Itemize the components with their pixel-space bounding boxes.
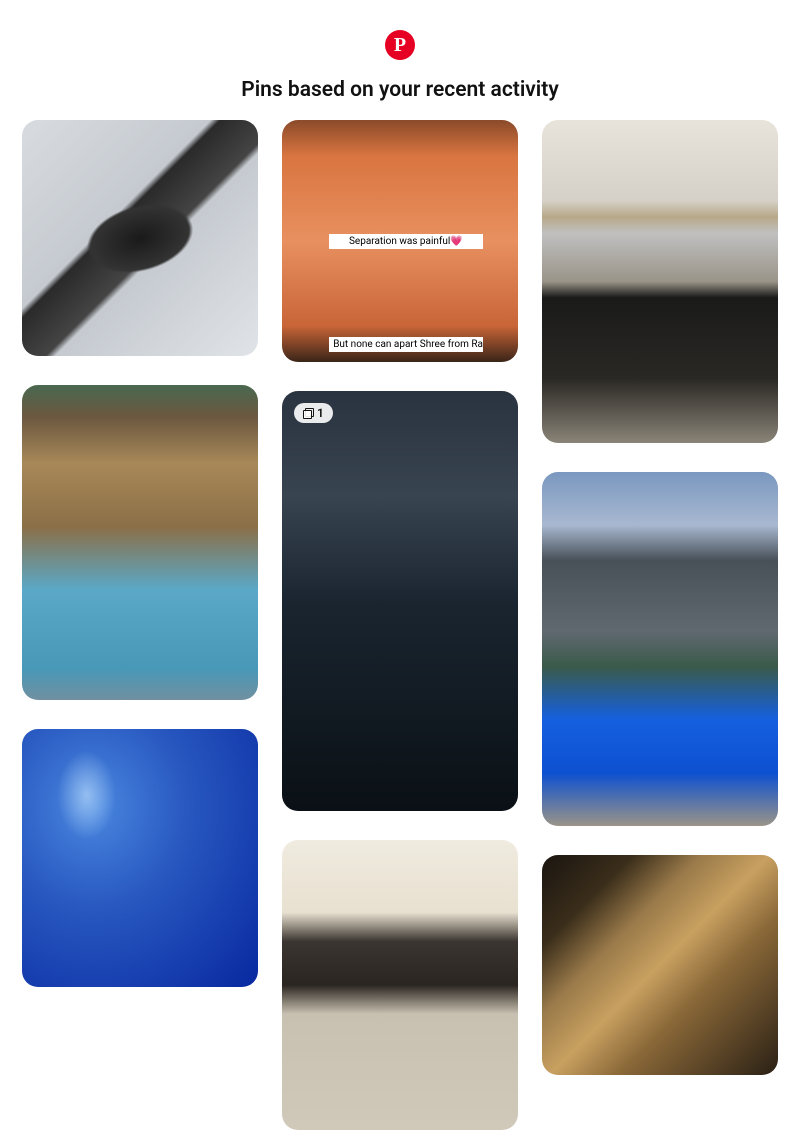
grid-column-3 — [542, 120, 778, 1130]
collection-badge: 1 — [294, 403, 333, 423]
pin-item[interactable] — [542, 120, 778, 443]
logo-letter: P — [394, 34, 406, 57]
pin-item[interactable]: Separation was painful💗 But none can apa… — [282, 120, 518, 362]
pin-item[interactable] — [22, 120, 258, 356]
page-header: P Pins based on your recent activity — [0, 0, 800, 120]
pin-caption-bottom: But none can apart Shree from Ram❤️ — [329, 337, 482, 352]
pin-caption-top: Separation was painful💗 — [329, 234, 482, 249]
pin-item[interactable] — [22, 385, 258, 700]
collection-icon — [303, 408, 313, 418]
pin-item[interactable] — [542, 855, 778, 1075]
pin-grid: Separation was painful💗 But none can apa… — [0, 120, 800, 1130]
page-title: Pins based on your recent activity — [241, 78, 559, 102]
collection-count: 1 — [317, 406, 324, 420]
grid-column-1 — [22, 120, 258, 1130]
pin-item[interactable] — [542, 472, 778, 826]
pin-item[interactable]: 1 — [282, 391, 518, 811]
pin-item[interactable] — [22, 729, 258, 987]
grid-column-2: Separation was painful💗 But none can apa… — [282, 120, 518, 1130]
pinterest-logo[interactable]: P — [385, 30, 415, 60]
pin-item[interactable] — [282, 840, 518, 1130]
